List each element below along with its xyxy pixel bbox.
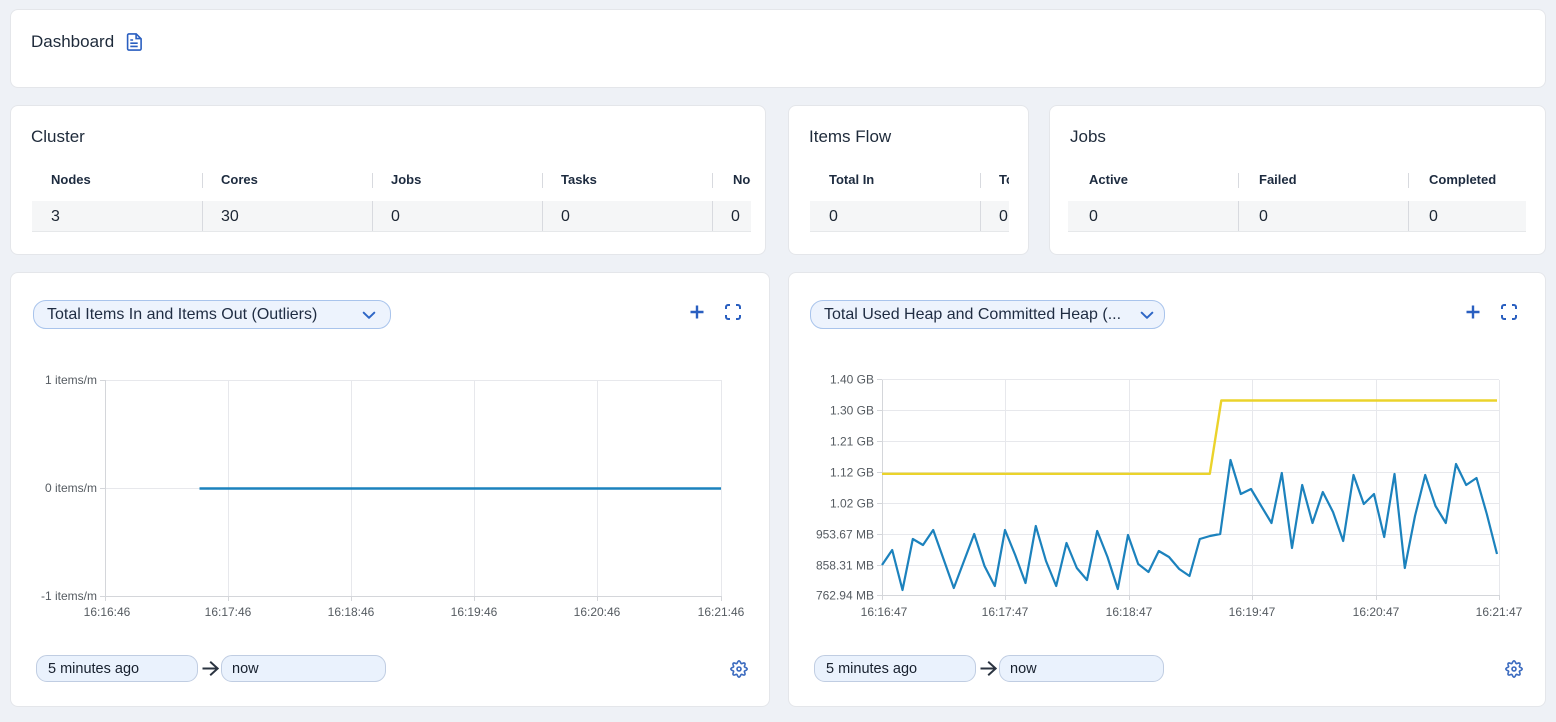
svg-text:16:16:47: 16:16:47 bbox=[861, 605, 908, 619]
svg-text:858.31 MB: 858.31 MB bbox=[816, 559, 874, 573]
svg-text:762.94 MB: 762.94 MB bbox=[816, 589, 874, 603]
svg-text:16:19:47: 16:19:47 bbox=[1229, 605, 1276, 619]
svg-text:16:18:47: 16:18:47 bbox=[1106, 605, 1153, 619]
svg-text:16:16:46: 16:16:46 bbox=[84, 605, 131, 619]
svg-text:16:20:47: 16:20:47 bbox=[1353, 605, 1400, 619]
svg-text:1.12 GB: 1.12 GB bbox=[830, 466, 874, 480]
svg-text:16:20:46: 16:20:46 bbox=[574, 605, 621, 619]
svg-text:16:17:46: 16:17:46 bbox=[205, 605, 252, 619]
svg-text:16:21:46: 16:21:46 bbox=[698, 605, 745, 619]
svg-text:1.30 GB: 1.30 GB bbox=[830, 404, 874, 418]
svg-text:1.21 GB: 1.21 GB bbox=[830, 435, 874, 449]
svg-text:-1 items/m: -1 items/m bbox=[41, 589, 97, 603]
svg-text:16:19:46: 16:19:46 bbox=[451, 605, 498, 619]
svg-text:1 items/m: 1 items/m bbox=[45, 373, 97, 387]
svg-text:1.40 GB: 1.40 GB bbox=[830, 373, 874, 387]
svg-text:16:21:47: 16:21:47 bbox=[1476, 605, 1523, 619]
svg-text:1.02 GB: 1.02 GB bbox=[830, 497, 874, 511]
svg-text:0 items/m: 0 items/m bbox=[45, 481, 97, 495]
svg-text:953.67 MB: 953.67 MB bbox=[816, 528, 874, 542]
svg-text:16:17:47: 16:17:47 bbox=[982, 605, 1029, 619]
svg-text:16:18:46: 16:18:46 bbox=[328, 605, 375, 619]
